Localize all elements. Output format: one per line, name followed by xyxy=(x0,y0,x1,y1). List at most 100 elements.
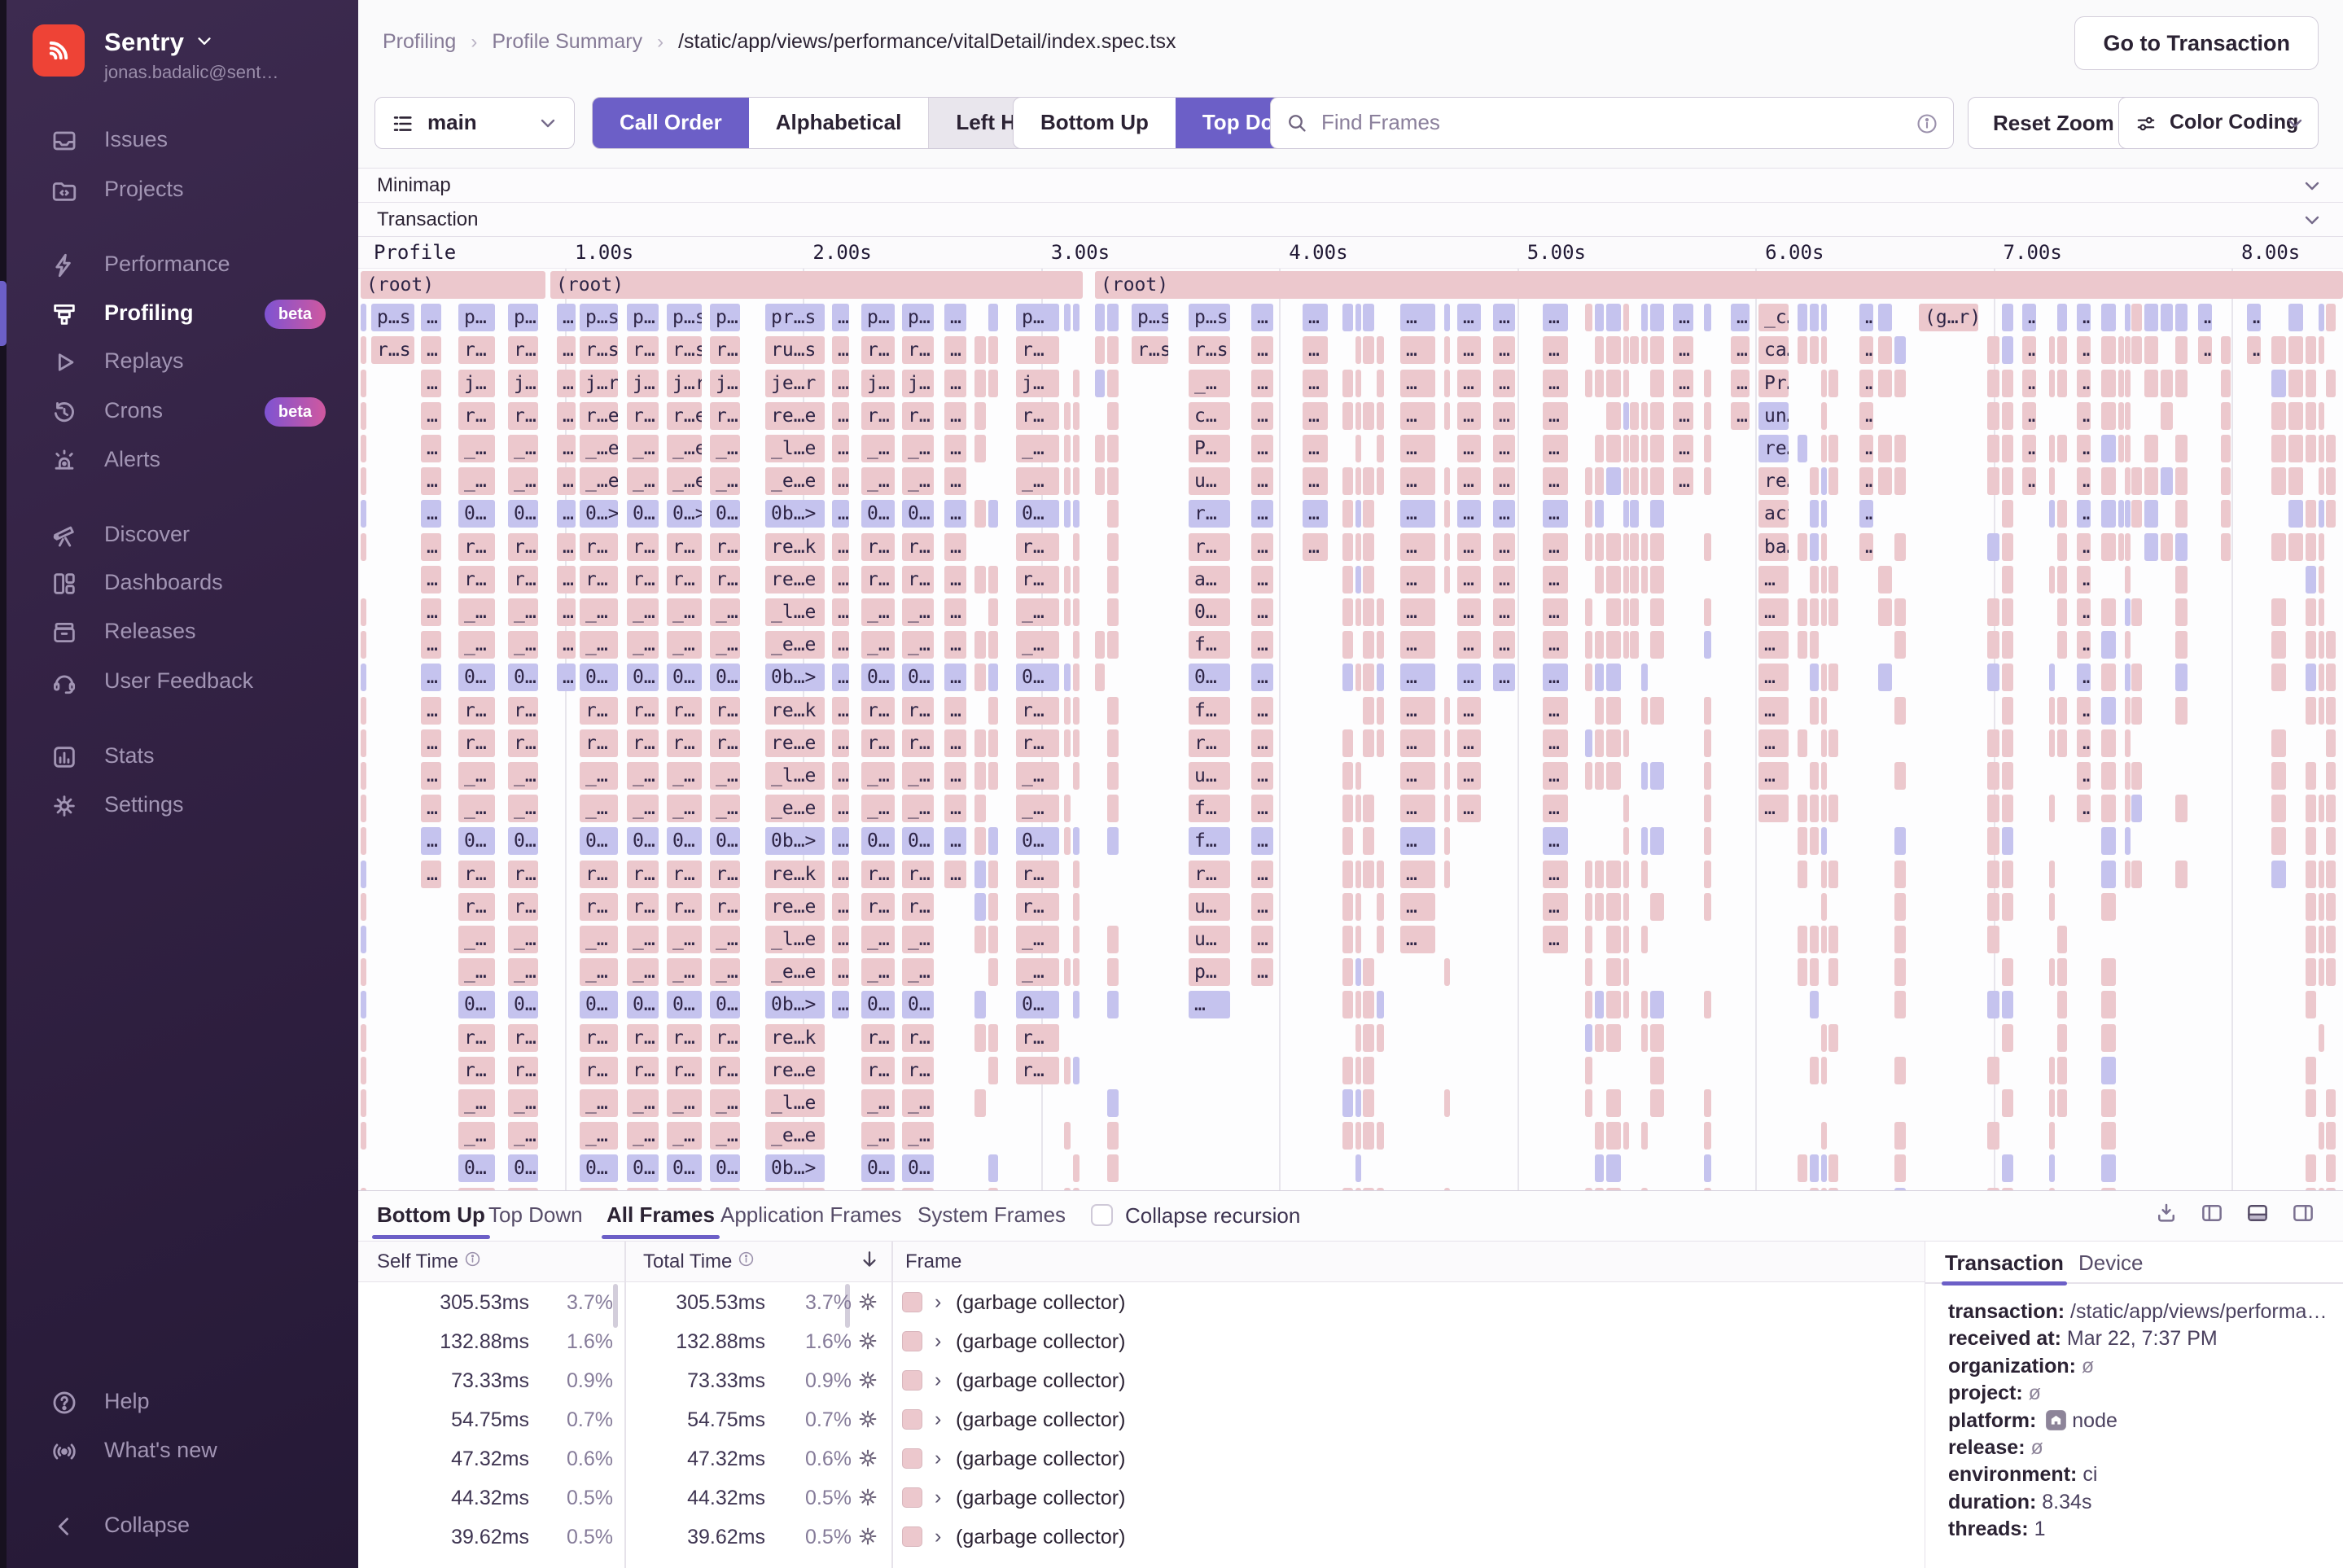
flame-frame[interactable] xyxy=(2271,861,2286,888)
flame-frame[interactable] xyxy=(2002,370,2013,397)
flame-frame[interactable] xyxy=(1595,762,1604,790)
flame-frame[interactable] xyxy=(1073,598,1080,626)
flame-frame[interactable] xyxy=(1878,664,1892,691)
flame-frame[interactable]: r… xyxy=(458,336,495,364)
flame-frame[interactable] xyxy=(1444,304,1450,331)
tab-system-frames[interactable]: System Frames xyxy=(917,1202,1066,1228)
flame-frame[interactable] xyxy=(1064,697,1071,725)
flame-frame[interactable] xyxy=(1894,533,1906,561)
flame-frame[interactable]: _… xyxy=(710,1122,740,1150)
flame-frame[interactable] xyxy=(2175,664,2188,691)
flame-frame[interactable]: _… xyxy=(902,467,934,495)
flame-frame[interactable] xyxy=(1606,435,1621,462)
flame-frame[interactable]: … xyxy=(1543,827,1568,855)
flame-frame[interactable] xyxy=(1894,762,1906,790)
flame-frame[interactable]: … xyxy=(557,402,576,430)
flame-frame[interactable] xyxy=(2271,664,2286,691)
flame-frame[interactable] xyxy=(1641,1024,1648,1052)
flame-frame[interactable] xyxy=(2101,500,2116,528)
flame-frame[interactable]: 0… xyxy=(458,664,495,691)
flame-frame[interactable] xyxy=(1377,1122,1384,1150)
flame-frame[interactable]: … xyxy=(944,467,966,495)
flame-frame[interactable] xyxy=(1798,926,1807,953)
flame-frame[interactable] xyxy=(1355,1057,1361,1084)
flame-frame[interactable] xyxy=(1073,500,1080,528)
flame-frame[interactable] xyxy=(2057,598,2067,626)
flame-frame[interactable]: … xyxy=(944,664,966,691)
flame-frame[interactable]: _… xyxy=(458,1122,495,1150)
flame-frame[interactable]: 0… xyxy=(861,500,895,528)
flame-frame[interactable]: 0b…> xyxy=(765,827,825,855)
expand-chevron-icon[interactable]: › xyxy=(935,1329,941,1353)
flame-frame[interactable]: … xyxy=(1543,697,1568,725)
flame-frame[interactable] xyxy=(1363,827,1374,855)
flame-frame[interactable] xyxy=(361,1057,366,1084)
flame-frame[interactable]: … xyxy=(2077,598,2091,626)
flame-frame[interactable] xyxy=(1821,336,1827,364)
flame-frame[interactable] xyxy=(361,729,366,757)
flame-frame[interactable]: … xyxy=(832,795,849,822)
flame-frame[interactable]: r… xyxy=(902,1057,934,1084)
flame-frame[interactable]: … xyxy=(2247,304,2261,331)
flame-frame[interactable] xyxy=(2057,370,2067,397)
flame-frame[interactable] xyxy=(1650,827,1664,855)
flame-frame[interactable] xyxy=(1585,1089,1592,1117)
flame-frame[interactable]: r… xyxy=(508,533,538,561)
flame-frame[interactable]: r… xyxy=(1016,1024,1059,1052)
flame-frame[interactable]: … xyxy=(944,827,966,855)
flame-frame[interactable] xyxy=(2319,631,2324,659)
flame-frame[interactable]: _… xyxy=(861,598,895,626)
flame-frame[interactable] xyxy=(1704,1089,1711,1117)
flame-frame[interactable] xyxy=(1107,991,1119,1018)
flame-frame[interactable] xyxy=(2002,304,2013,331)
flame-frame[interactable] xyxy=(2049,435,2055,462)
flame-frame[interactable]: _… xyxy=(627,631,659,659)
flame-frame[interactable] xyxy=(2288,467,2303,495)
flame-frame[interactable] xyxy=(1342,402,1353,430)
flame-frame[interactable] xyxy=(2101,1122,2116,1150)
flame-frame[interactable] xyxy=(2057,1089,2067,1117)
flame-frame[interactable]: _… xyxy=(861,631,895,659)
flame-frame[interactable]: … xyxy=(2022,402,2036,430)
flame-frame[interactable] xyxy=(2161,467,2173,495)
flame-frame[interactable] xyxy=(974,435,986,462)
flame-frame[interactable] xyxy=(1630,533,1639,561)
flame-frame[interactable]: … xyxy=(944,402,966,430)
flame-frame[interactable]: 0… xyxy=(580,991,618,1018)
flame-frame[interactable] xyxy=(1704,370,1711,397)
flame-frame[interactable] xyxy=(2125,435,2131,462)
flame-frame[interactable] xyxy=(1810,991,1819,1018)
flame-frame[interactable] xyxy=(2101,762,2116,790)
flame-frame[interactable]: _… xyxy=(1016,762,1059,790)
flame-frame[interactable] xyxy=(1107,1089,1119,1117)
flame-frame[interactable] xyxy=(1821,729,1827,757)
flame-frame[interactable] xyxy=(974,664,986,691)
flame-frame[interactable] xyxy=(1342,1057,1353,1084)
flame-frame[interactable]: … xyxy=(1493,435,1515,462)
flame-frame[interactable] xyxy=(2002,533,2013,561)
flame-frame[interactable]: … xyxy=(421,533,441,561)
flame-frame[interactable]: … xyxy=(1251,402,1273,430)
flame-frame[interactable] xyxy=(1810,500,1819,528)
flame-frame[interactable] xyxy=(1064,795,1071,822)
flame-frame[interactable]: r… xyxy=(458,697,495,725)
flame-frame[interactable]: … xyxy=(421,435,441,462)
flame-frame[interactable]: … xyxy=(1493,566,1515,593)
flame-frame[interactable]: f… xyxy=(1189,697,1230,725)
layout-left-icon[interactable] xyxy=(2200,1201,2224,1225)
flame-frame[interactable] xyxy=(2049,370,2055,397)
flame-frame[interactable] xyxy=(2002,827,2013,855)
flame-frame[interactable]: _… xyxy=(861,795,895,822)
flame-frame[interactable] xyxy=(988,598,998,626)
flame-frame[interactable] xyxy=(1987,664,1999,691)
tab-application-frames[interactable]: Application Frames xyxy=(720,1202,902,1228)
flame-frame[interactable] xyxy=(361,926,366,953)
flame-frame[interactable]: … xyxy=(1758,598,1789,626)
flame-frame[interactable]: … xyxy=(1457,762,1481,790)
flame-frame[interactable] xyxy=(2125,861,2131,888)
flame-frame[interactable] xyxy=(1595,1154,1604,1182)
flame-frame[interactable] xyxy=(1585,861,1592,888)
flame-frame[interactable] xyxy=(1798,827,1807,855)
flame-frame[interactable]: j…r xyxy=(667,370,702,397)
flame-frame[interactable]: _… xyxy=(861,762,895,790)
